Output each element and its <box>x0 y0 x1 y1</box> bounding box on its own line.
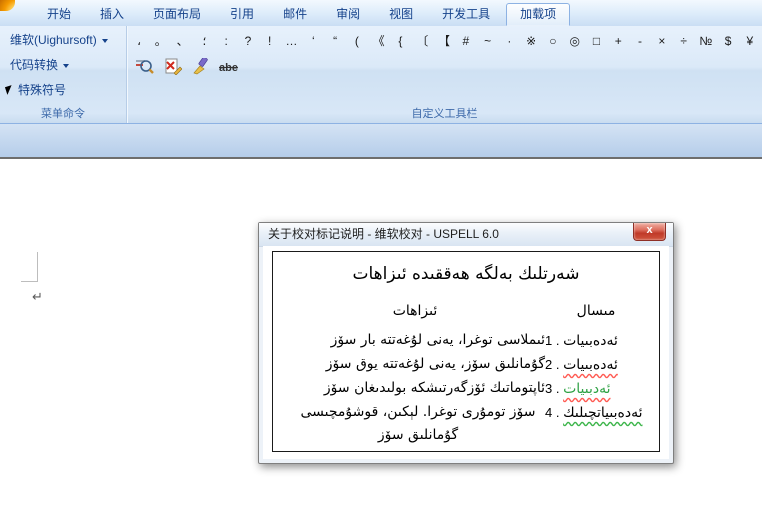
ribbon-tab[interactable]: 邮件 <box>270 3 320 26</box>
group-custom-toolbar: ، 。、 ؛:?! … ‘ “ ( 《 { 〔【 # ~ · ※ ○ ◎ □ +-× ÷ № $ ¥ <box>127 26 762 123</box>
legend-heading: شەرتلىك بەلگە ھەققىدە ئىزاھات <box>285 264 647 284</box>
document-chrome-band <box>0 124 762 157</box>
menu-code-convert[interactable]: 代码转换 <box>6 53 122 76</box>
symbol-button[interactable]: ÷ <box>678 31 690 51</box>
chevron-down-icon <box>102 39 108 43</box>
symbol-button[interactable]: 【 <box>438 31 450 51</box>
margin-crop-mark <box>21 281 38 282</box>
office-button-icon[interactable] <box>0 0 15 11</box>
symbol-button[interactable]: + <box>612 31 624 51</box>
symbol-button[interactable]: № <box>699 31 712 51</box>
legend-row: ئاپتوماتىك ئۆزگەرتىشكە بولىدىغان سۆز3 . … <box>285 377 647 401</box>
symbol-button[interactable]: ! <box>264 31 276 51</box>
menu-code-convert-label: 代码转换 <box>10 56 58 73</box>
example-number: 1 . <box>545 333 563 348</box>
example-number: 3 . <box>545 381 563 396</box>
legend-rows: ئىملاسى توغرا، يەنى لۇغەتتە بار سۆز1 . ئ… <box>285 329 647 447</box>
delete-proof-marks-icon[interactable] <box>163 58 182 75</box>
group-label-menu-commands: 菜单命令 <box>0 105 126 121</box>
example-cell: 3 . ئەدبىيات <box>545 377 647 401</box>
chevron-down-icon <box>63 64 69 68</box>
symbol-button[interactable]: ؛ <box>198 31 210 51</box>
example-word: ئەدبىيات <box>563 381 610 397</box>
ribbon-tab[interactable]: 加载项 <box>506 3 570 26</box>
ribbon-tab[interactable]: 审阅 <box>323 3 373 26</box>
symbol-button[interactable]: ، <box>133 31 145 51</box>
group-label-custom-toolbar: 自定义工具栏 <box>127 105 762 121</box>
dialog-body: شەرتلىك بەلگە ھەققىدە ئىزاھات ئىزاھات مى… <box>263 246 669 459</box>
symbol-button[interactable]: 、 <box>177 31 189 51</box>
symbol-button[interactable]: ( <box>351 31 363 51</box>
example-number: 2 . <box>545 357 563 372</box>
ribbon: 维软(Uighursoft) 代码转换 特殊符号 菜单命令 ، 。、 ؛:?! … ‘ “… <box>0 26 762 124</box>
symbol-button[interactable]: ‘ <box>307 31 319 51</box>
spell-check-icon[interactable] <box>135 58 154 75</box>
dialog-title[interactable]: 关于校对标记说明 - 维软校对 - USPELL 6.0 <box>259 223 673 247</box>
menu-uighursoft[interactable]: 维软(Uighursoft) <box>6 28 122 51</box>
column-header-explanation: ئىزاھات <box>285 300 545 323</box>
column-header-example: مىسال <box>545 300 647 323</box>
symbol-button[interactable]: 。 <box>155 31 167 51</box>
paragraph-mark: ↵ <box>32 289 43 305</box>
menu-special-symbols[interactable]: 特殊符号 <box>6 78 122 101</box>
legend-frame: شەرتلىك بەلگە ھەققىدە ئىزاھات ئىزاھات مى… <box>272 251 660 452</box>
ribbon-tab[interactable]: 页面布局 <box>140 3 214 26</box>
close-button[interactable]: x <box>633 223 666 241</box>
symbol-button[interactable]: # <box>460 31 472 51</box>
ribbon-tab[interactable]: 开发工具 <box>429 3 503 26</box>
example-cell: 2 . ئەدەبىيات <box>545 353 647 377</box>
ribbon-tabs: 开始插入页面布局引用邮件审阅视图开发工具加载项 <box>34 2 573 26</box>
symbol-button[interactable]: { <box>394 31 406 51</box>
example-word: ئەدەبىياتچىلىك <box>563 405 642 421</box>
symbol-toolbar: ، 。、 ؛:?! … ‘ “ ( 《 { 〔【 # ~ · ※ ○ ◎ □ +-× ÷ № $ ¥ <box>133 31 756 51</box>
example-cell: 1 . ئەدەبىيات <box>545 329 647 353</box>
example-number: 4 . <box>545 405 563 420</box>
symbol-button[interactable]: ◎ <box>569 31 581 51</box>
symbol-button[interactable]: “ <box>329 31 341 51</box>
symbol-button[interactable]: 《 <box>373 31 385 51</box>
explanation-text: ئىملاسى توغرا، يەنى لۇغەتتە بار سۆز <box>285 329 545 353</box>
legend-row: گۇمانلىق سۆز، يەنى لۇغەتتە يوق سۆز2 . ئە… <box>285 353 647 377</box>
ribbon-tab[interactable]: 视图 <box>376 3 426 26</box>
symbol-button[interactable]: ? <box>242 31 254 51</box>
document-top-edge <box>0 157 762 159</box>
symbol-button[interactable]: ~ <box>482 31 494 51</box>
ribbon-tab-strip: 开始插入页面布局引用邮件审阅视图开发工具加载项 <box>0 0 762 27</box>
ribbon-tab[interactable]: 引用 <box>217 3 267 26</box>
example-word: ئەدەبىيات <box>563 357 618 373</box>
explanation-text: سۆز تومۇرى توغرا. لېكىن، قوشۇمچىسى گۇمان… <box>285 401 545 447</box>
strikethrough-abc-icon[interactable]: abe <box>219 58 238 75</box>
symbol-button[interactable]: · <box>503 31 515 51</box>
ribbon-tab[interactable]: 开始 <box>34 3 84 26</box>
explanation-text: ئاپتوماتىك ئۆزگەرتىشكە بولىدىغان سۆز <box>285 377 545 401</box>
legend-row: سۆز تومۇرى توغرا. لېكىن، قوشۇمچىسى گۇمان… <box>285 401 647 447</box>
ribbon-tab[interactable]: 插入 <box>87 3 137 26</box>
example-word: ئەدەبىيات <box>563 333 618 349</box>
group-menu-commands: 维软(Uighursoft) 代码转换 特殊符号 菜单命令 <box>0 26 127 123</box>
symbol-button[interactable]: … <box>286 31 298 51</box>
legend-row: ئىملاسى توغرا، يەنى لۇغەتتە بار سۆز1 . ئ… <box>285 329 647 353</box>
legend-header-row: ئىزاھات مىسال <box>285 300 647 323</box>
symbol-button[interactable]: $ <box>722 31 734 51</box>
menu-special-symbols-label: 特殊符号 <box>18 81 66 98</box>
symbol-button[interactable]: □ <box>590 31 602 51</box>
explanation-text: گۇمانلىق سۆز، يەنى لۇغەتتە يوق سۆز <box>285 353 545 377</box>
symbol-button[interactable]: ¥ <box>744 31 756 51</box>
symbol-button[interactable]: 〔 <box>416 31 428 51</box>
proofing-toolbar: abe <box>135 56 238 76</box>
brush-icon[interactable] <box>191 58 210 75</box>
margin-crop-mark <box>37 252 38 282</box>
cursor-arrow-icon <box>5 85 14 95</box>
symbol-button[interactable]: × <box>656 31 668 51</box>
uspell-dialog: 关于校对标记说明 - 维软校对 - USPELL 6.0 x شەرتلىك ب… <box>258 222 674 464</box>
symbol-button[interactable]: : <box>220 31 232 51</box>
symbol-button[interactable]: ○ <box>547 31 559 51</box>
example-cell: 4 . ئەدەبىياتچىلىك <box>545 401 647 447</box>
menu-uighursoft-label: 维软(Uighursoft) <box>10 31 97 48</box>
symbol-button[interactable]: ※ <box>525 31 537 51</box>
symbol-button[interactable]: - <box>634 31 646 51</box>
